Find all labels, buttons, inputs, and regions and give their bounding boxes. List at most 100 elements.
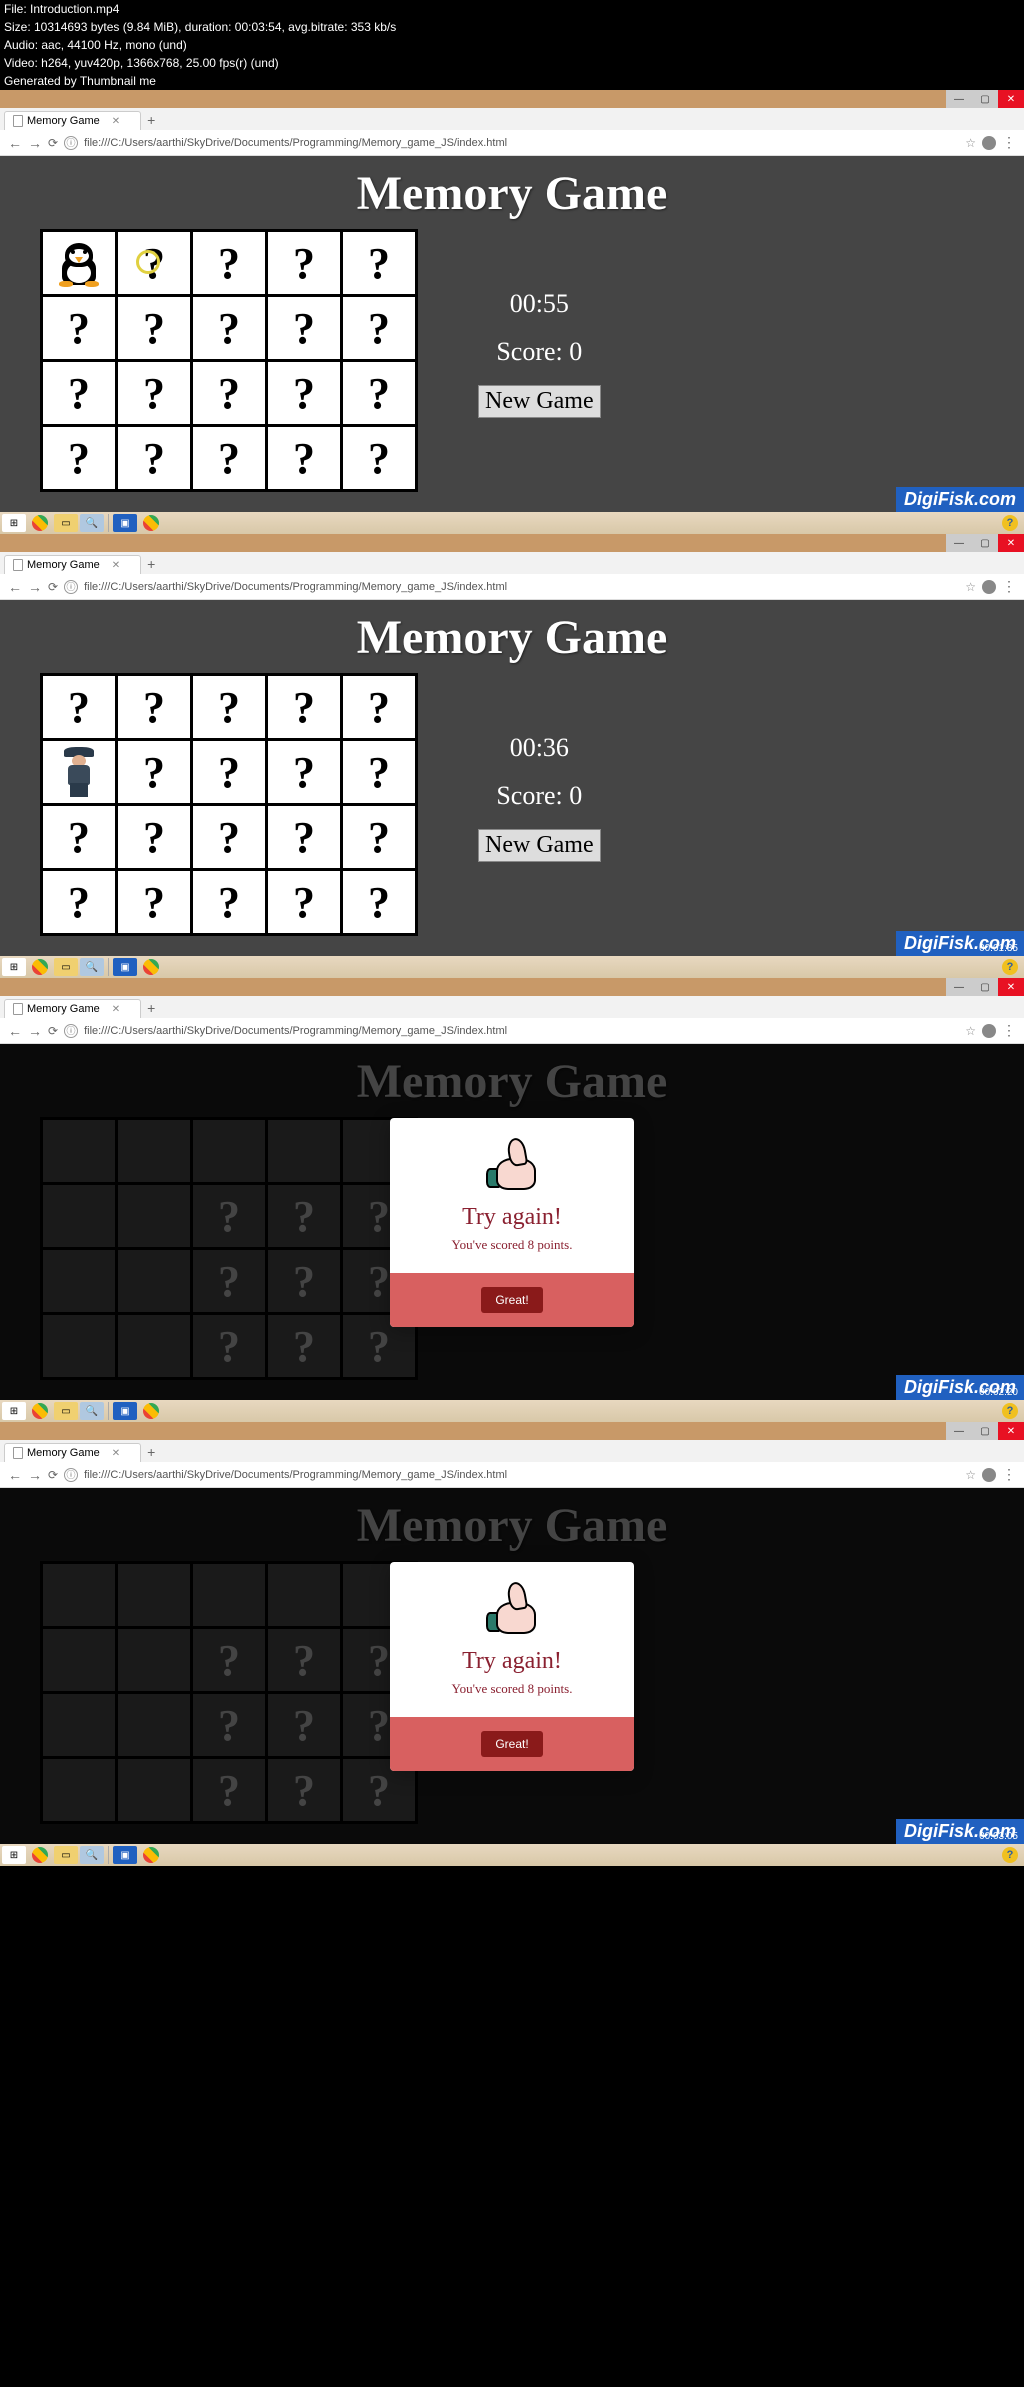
taskbar-app-icon[interactable]: ▣ xyxy=(113,1402,137,1420)
address-bar[interactable]: file:///C:/Users/aarthi/SkyDrive/Documen… xyxy=(84,1025,959,1037)
taskbar-search-icon[interactable]: 🔍 xyxy=(80,1402,104,1420)
taskbar-chrome-icon[interactable] xyxy=(139,958,163,976)
minimize-button[interactable]: — xyxy=(946,1422,972,1440)
new-game-button[interactable]: New Game xyxy=(478,829,601,862)
card-hidden[interactable]: ? xyxy=(268,871,340,933)
reload-button[interactable]: ⟳ xyxy=(48,1468,58,1482)
close-button[interactable]: ✕ xyxy=(998,90,1024,108)
tab-close-icon[interactable]: ✕ xyxy=(112,560,120,571)
user-icon[interactable] xyxy=(982,1468,996,1482)
back-button[interactable]: ← xyxy=(8,1467,22,1483)
card-hidden[interactable]: ? xyxy=(343,806,415,868)
reload-button[interactable]: ⟳ xyxy=(48,580,58,594)
taskbar-search-icon[interactable]: 🔍 xyxy=(80,958,104,976)
taskbar-folder-icon[interactable]: ▭ xyxy=(54,514,78,532)
menu-icon[interactable]: ⋮ xyxy=(1002,134,1016,151)
new-tab-button[interactable]: + xyxy=(141,110,161,130)
card-hidden[interactable]: ? xyxy=(118,427,190,489)
user-icon[interactable] xyxy=(982,136,996,150)
card-hidden[interactable]: ? xyxy=(343,232,415,294)
tab-close-icon[interactable]: ✕ xyxy=(112,1004,120,1015)
card-hidden[interactable]: ? xyxy=(268,741,340,803)
bookmark-icon[interactable]: ☆ xyxy=(965,580,976,594)
tab-close-icon[interactable]: ✕ xyxy=(112,1448,120,1459)
start-button[interactable]: ⊞ xyxy=(2,1402,26,1420)
card-hidden[interactable]: ? xyxy=(43,676,115,738)
close-button[interactable]: ✕ xyxy=(998,978,1024,996)
card-hidden[interactable]: ? xyxy=(193,871,265,933)
browser-tab[interactable]: Memory Game ✕ xyxy=(4,111,141,130)
minimize-button[interactable]: — xyxy=(946,90,972,108)
info-icon[interactable]: ⓘ xyxy=(64,1024,78,1038)
new-tab-button[interactable]: + xyxy=(141,1442,161,1462)
taskbar-chrome-icon[interactable] xyxy=(28,958,52,976)
card-hidden[interactable]: ? xyxy=(118,741,190,803)
card-pirate[interactable] xyxy=(43,741,115,803)
forward-button[interactable]: → xyxy=(28,1467,42,1483)
forward-button[interactable]: → xyxy=(28,135,42,151)
card-hidden[interactable]: ? xyxy=(43,297,115,359)
card-hidden[interactable]: ? xyxy=(193,427,265,489)
reload-button[interactable]: ⟳ xyxy=(48,136,58,150)
menu-icon[interactable]: ⋮ xyxy=(1002,578,1016,595)
card-hidden[interactable]: ? xyxy=(343,427,415,489)
info-icon[interactable]: ⓘ xyxy=(64,580,78,594)
card-hidden[interactable]: ? xyxy=(268,676,340,738)
card-hidden[interactable]: ? xyxy=(193,741,265,803)
new-game-button[interactable]: New Game xyxy=(478,385,601,418)
card-hidden[interactable]: ? xyxy=(118,362,190,424)
card-hidden[interactable]: ? xyxy=(268,806,340,868)
card-hidden[interactable]: ? xyxy=(268,427,340,489)
card-hidden[interactable]: ? xyxy=(193,806,265,868)
card-hidden[interactable]: ? xyxy=(43,427,115,489)
taskbar-search-icon[interactable]: 🔍 xyxy=(80,514,104,532)
taskbar-folder-icon[interactable]: ▭ xyxy=(54,1846,78,1864)
maximize-button[interactable]: ▢ xyxy=(972,534,998,552)
card-hidden[interactable]: ? xyxy=(118,676,190,738)
maximize-button[interactable]: ▢ xyxy=(972,978,998,996)
help-icon[interactable]: ? xyxy=(1002,1403,1018,1419)
back-button[interactable]: ← xyxy=(8,135,22,151)
info-icon[interactable]: ⓘ xyxy=(64,1468,78,1482)
forward-button[interactable]: → xyxy=(28,579,42,595)
card-hidden[interactable]: ? xyxy=(268,297,340,359)
taskbar-chrome-icon[interactable] xyxy=(28,1402,52,1420)
card-hidden[interactable]: ? xyxy=(118,806,190,868)
card-hidden[interactable]: ? xyxy=(343,676,415,738)
menu-icon[interactable]: ⋮ xyxy=(1002,1466,1016,1483)
new-tab-button[interactable]: + xyxy=(141,998,161,1018)
bookmark-icon[interactable]: ☆ xyxy=(965,1024,976,1038)
card-hidden[interactable]: ? xyxy=(193,297,265,359)
address-bar[interactable]: file:///C:/Users/aarthi/SkyDrive/Documen… xyxy=(84,137,959,149)
menu-icon[interactable]: ⋮ xyxy=(1002,1022,1016,1039)
card-hidden[interactable]: ? xyxy=(118,871,190,933)
maximize-button[interactable]: ▢ xyxy=(972,1422,998,1440)
taskbar-folder-icon[interactable]: ▭ xyxy=(54,958,78,976)
card-hidden[interactable]: ? xyxy=(43,871,115,933)
taskbar-app-icon[interactable]: ▣ xyxy=(113,958,137,976)
taskbar-app-icon[interactable]: ▣ xyxy=(113,514,137,532)
taskbar-chrome-icon[interactable] xyxy=(139,1846,163,1864)
browser-tab[interactable]: Memory Game ✕ xyxy=(4,555,141,574)
card-hidden[interactable]: ? xyxy=(343,741,415,803)
card-hidden[interactable]: ? xyxy=(43,362,115,424)
taskbar-chrome-icon[interactable] xyxy=(28,514,52,532)
taskbar-chrome-icon[interactable] xyxy=(28,1846,52,1864)
maximize-button[interactable]: ▢ xyxy=(972,90,998,108)
card-hidden[interactable]: ? xyxy=(193,232,265,294)
taskbar-chrome-icon[interactable] xyxy=(139,1402,163,1420)
forward-button[interactable]: → xyxy=(28,1023,42,1039)
close-button[interactable]: ✕ xyxy=(998,1422,1024,1440)
great-button[interactable]: Great! xyxy=(481,1287,542,1313)
great-button[interactable]: Great! xyxy=(481,1731,542,1757)
user-icon[interactable] xyxy=(982,1024,996,1038)
start-button[interactable]: ⊞ xyxy=(2,514,26,532)
start-button[interactable]: ⊞ xyxy=(2,958,26,976)
start-button[interactable]: ⊞ xyxy=(2,1846,26,1864)
taskbar-app-icon[interactable]: ▣ xyxy=(113,1846,137,1864)
help-icon[interactable]: ? xyxy=(1002,959,1018,975)
browser-tab[interactable]: Memory Game ✕ xyxy=(4,1443,141,1462)
help-icon[interactable]: ? xyxy=(1002,515,1018,531)
back-button[interactable]: ← xyxy=(8,1023,22,1039)
back-button[interactable]: ← xyxy=(8,579,22,595)
